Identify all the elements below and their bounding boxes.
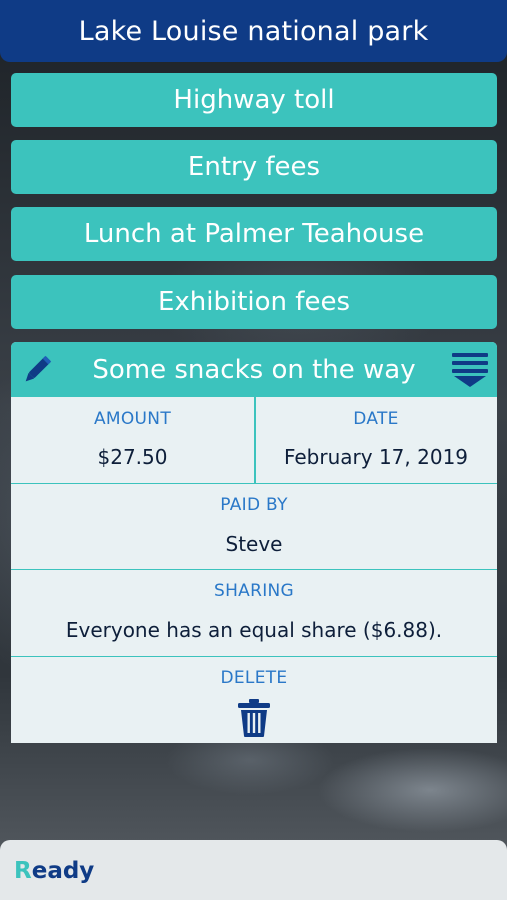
date-label: DATE xyxy=(353,409,399,429)
expense-item-label: Highway toll xyxy=(173,85,335,115)
expense-detail-title: Some snacks on the way xyxy=(92,354,416,385)
page-title-bar: Lake Louise national park xyxy=(0,0,507,62)
date-value: February 17, 2019 xyxy=(283,445,469,469)
sharing-label: SHARING xyxy=(213,581,295,601)
expense-item-highway-toll[interactable]: Highway toll xyxy=(11,73,497,127)
paid-by-label: PAID BY xyxy=(220,495,288,515)
trash-icon[interactable] xyxy=(236,698,272,738)
expense-detail-card: Some snacks on the way AMOUNT $27.50 DAT… xyxy=(11,342,497,743)
amount-label: AMOUNT xyxy=(93,409,172,429)
paid-by-value: Steve xyxy=(225,532,283,556)
sharing-row[interactable]: SHARING Everyone has an equal share ($6.… xyxy=(11,569,497,656)
expense-item-label: Entry fees xyxy=(187,152,321,182)
sharing-value: Everyone has an equal share ($6.88). xyxy=(65,618,443,642)
pencil-icon[interactable] xyxy=(20,353,54,387)
expense-detail-header[interactable]: Some snacks on the way xyxy=(11,342,497,397)
date-cell[interactable]: DATE February 17, 2019 xyxy=(255,397,497,484)
status-bar: Ready xyxy=(0,840,507,900)
status-first-letter: R xyxy=(14,858,32,884)
expense-item-lunch[interactable]: Lunch at Palmer Teahouse xyxy=(11,207,497,261)
status-rest: eady xyxy=(31,858,95,884)
page-title: Lake Louise national park xyxy=(78,15,429,47)
amount-cell[interactable]: AMOUNT $27.50 xyxy=(11,397,254,484)
expense-item-exhibition-fees[interactable]: Exhibition fees xyxy=(11,275,497,329)
menu-collapse-icon[interactable] xyxy=(450,352,490,388)
delete-label: DELETE xyxy=(220,668,288,688)
expense-item-label: Lunch at Palmer Teahouse xyxy=(83,219,425,249)
expense-item-label: Exhibition fees xyxy=(157,287,350,317)
expense-item-entry-fees[interactable]: Entry fees xyxy=(11,140,497,194)
paid-by-row[interactable]: PAID BY Steve xyxy=(11,483,497,570)
status-text: Ready xyxy=(14,858,94,884)
amount-value: $27.50 xyxy=(97,445,168,469)
